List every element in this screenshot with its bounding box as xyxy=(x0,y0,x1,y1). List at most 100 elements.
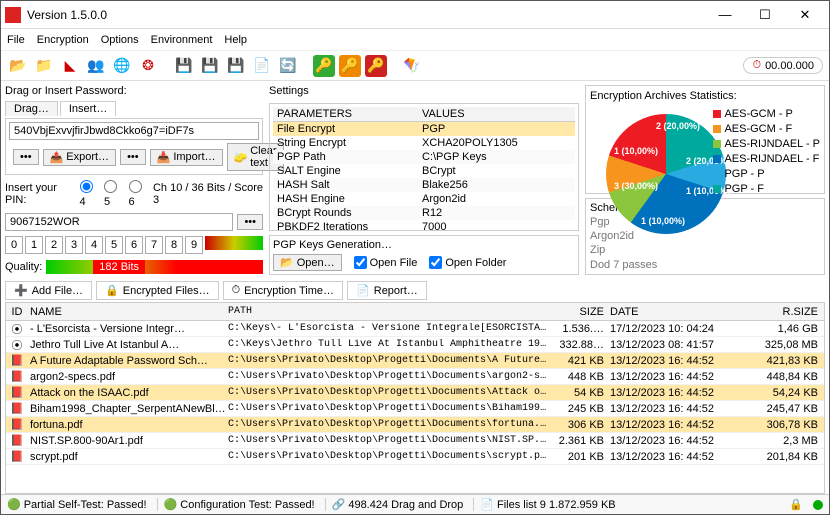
col-date[interactable]: DATE xyxy=(610,306,740,318)
table-row[interactable]: 📕argon2-specs.pdfC:\Users\Privato\Deskto… xyxy=(6,369,824,385)
digit-7[interactable]: 7 xyxy=(145,236,163,254)
menu-file[interactable]: File xyxy=(7,34,25,46)
col-id[interactable]: ID xyxy=(6,306,28,318)
titlebar: Version 1.5.0.0 — ☐ ✕ xyxy=(1,1,829,29)
settings-row[interactable]: HASH EngineArgon2id xyxy=(273,192,575,206)
open-icon[interactable]: 📂 xyxy=(7,55,29,77)
settings-row[interactable]: PGP PathC:\PGP Keys xyxy=(273,150,575,164)
triangle-red-icon[interactable]: ◣ xyxy=(59,55,81,77)
window-title: Version 1.5.0.0 xyxy=(27,8,705,22)
digit-2[interactable]: 2 xyxy=(45,236,63,254)
password-input[interactable] xyxy=(9,122,259,140)
digit-4[interactable]: 4 xyxy=(85,236,103,254)
legend-item: AES-GCM - F xyxy=(713,123,820,135)
table-row[interactable]: 📕fortuna.pdfC:\Users\Privato\Desktop\Pro… xyxy=(6,417,824,433)
legend-item: AES-RIJNDAEL - F xyxy=(713,153,820,165)
opts2-button[interactable]: ••• xyxy=(120,149,146,165)
col-rsize[interactable]: R.SIZE xyxy=(740,306,824,318)
tab-drag[interactable]: Drag… xyxy=(5,101,58,116)
maximize-button[interactable]: ☐ xyxy=(745,7,785,23)
statusbar: 🟢Partial Self-Test: Passed!🟢Configuratio… xyxy=(1,494,829,514)
stopwatch-icon: ⏱ xyxy=(752,59,761,72)
col-size[interactable]: SIZE xyxy=(548,306,610,318)
doc-orange-icon[interactable]: 📄 xyxy=(251,55,273,77)
status-seg: 🟢Partial Self-Test: Passed! xyxy=(7,498,147,511)
minimize-button[interactable]: — xyxy=(705,7,745,22)
export-button[interactable]: 📤 Export… xyxy=(43,149,117,166)
tab-encrypted-files-[interactable]: 🔒Encrypted Files… xyxy=(96,281,219,300)
table-row[interactable]: 📕Biham1998_Chapter_SerpentANewBl…C:\User… xyxy=(6,401,824,417)
digit-3[interactable]: 3 xyxy=(65,236,83,254)
save-red-icon[interactable]: 💾 xyxy=(225,55,247,77)
digit-6[interactable]: 6 xyxy=(125,236,143,254)
legend-item: PGP - F xyxy=(713,183,820,195)
settings-row[interactable]: File EncryptPGP xyxy=(273,122,575,136)
menubar: File Encryption Options Environment Help xyxy=(1,29,829,51)
status-seg: 📄Files list 9 1.872.959 KB xyxy=(473,498,615,511)
pin-opts-button[interactable]: ••• xyxy=(237,214,263,230)
folder-blue-icon[interactable]: 📁 xyxy=(33,55,55,77)
tab-add-file-[interactable]: ➕Add File… xyxy=(5,281,92,300)
pin-opt-5[interactable]: 5 xyxy=(104,180,124,208)
key-red-icon[interactable]: 🔑 xyxy=(365,55,387,77)
table-row[interactable]: ⦿Jethro Tull Live At Istanbul A…C:\Keys\… xyxy=(6,337,824,353)
col-name[interactable]: NAME xyxy=(28,306,228,318)
opts-button[interactable]: ••• xyxy=(13,149,39,165)
timer: ⏱ 00.00.000 xyxy=(743,57,823,74)
stats-title: Encryption Archives Statistics: xyxy=(590,90,820,102)
key-orange-icon[interactable]: 🔑 xyxy=(339,55,361,77)
app-icon xyxy=(5,7,21,23)
table-row[interactable]: ⦿- L'Esorcista - Versione Integr…C:\Keys… xyxy=(6,321,824,337)
save-green-icon[interactable]: 💾 xyxy=(173,55,195,77)
legend-item: AES-RIJNDAEL - P xyxy=(713,138,820,150)
files-table[interactable]: ID NAME PATH SIZE DATE R.SIZE ⦿- L'Esorc… xyxy=(5,302,825,494)
tab-encryption-time-[interactable]: ⏱Encryption Time… xyxy=(223,281,343,300)
settings-row[interactable]: BCrypt RoundsR12 xyxy=(273,206,575,220)
pin-info: Ch 10 / 36 Bits / Score 3 xyxy=(153,182,263,206)
quality-value: 182 Bits xyxy=(93,260,145,274)
table-row[interactable]: 📕A Future Adaptable Password Sch…C:\User… xyxy=(6,353,824,369)
settings-row[interactable]: String EncryptXCHA20POLY1305 xyxy=(273,136,575,150)
save-blue-icon[interactable]: 💾 xyxy=(199,55,221,77)
pgp-label: PGP Keys Generation… xyxy=(273,239,575,251)
settings-col-param: PARAMETERS xyxy=(273,107,418,121)
table-row[interactable]: 📕Attack on the ISAAC.pdfC:\Users\Privato… xyxy=(6,385,824,401)
settings-table[interactable]: PARAMETERSVALUES File EncryptPGPString E… xyxy=(269,103,579,231)
table-row[interactable]: 📕NIST.SP.800-90Ar1.pdfC:\Users\Privato\D… xyxy=(6,433,824,449)
pgp-open-button[interactable]: 📂 Open… xyxy=(273,254,342,271)
tab-insert[interactable]: Insert… xyxy=(60,101,117,116)
table-row[interactable]: 📕scrypt.pdfC:\Users\Privato\Desktop\Prog… xyxy=(6,449,824,465)
refresh-icon[interactable]: 🔄 xyxy=(277,55,299,77)
settings-row[interactable]: PBKDF2 Iterations7000 xyxy=(273,220,575,231)
menu-options[interactable]: Options xyxy=(101,34,139,46)
digit-9[interactable]: 9 xyxy=(185,236,203,254)
menu-encryption[interactable]: Encryption xyxy=(37,34,89,46)
close-button[interactable]: ✕ xyxy=(785,7,825,23)
stats-box: Encryption Archives Statistics: 2 (20,00… xyxy=(585,85,825,194)
users-icon[interactable]: 👥 xyxy=(85,55,107,77)
digit-8[interactable]: 8 xyxy=(165,236,183,254)
digit-1[interactable]: 1 xyxy=(25,236,43,254)
globe-icon[interactable]: 🌐 xyxy=(111,55,133,77)
settings-row[interactable]: HASH SaltBlake256 xyxy=(273,178,575,192)
pin-opt-6[interactable]: 6 xyxy=(129,180,149,208)
settings-row[interactable]: SALT EngineBCrypt xyxy=(273,164,575,178)
lock-icon: 🔒 xyxy=(789,498,803,511)
pin-input[interactable] xyxy=(5,213,233,231)
status-seg: 🔗498.424 Drag and Drop xyxy=(325,498,464,511)
legend-item: AES-GCM - P xyxy=(713,108,820,120)
digit-5[interactable]: 5 xyxy=(105,236,123,254)
pgp-openfile-check[interactable]: Open File xyxy=(354,256,418,269)
col-path[interactable]: PATH xyxy=(228,306,548,317)
kite-icon[interactable]: 🪁 xyxy=(401,55,423,77)
menu-help[interactable]: Help xyxy=(224,34,247,46)
lifebuoy-icon[interactable]: ❂ xyxy=(137,55,159,77)
tab-report-[interactable]: 📄Report… xyxy=(347,281,427,300)
key-green-icon[interactable]: 🔑 xyxy=(313,55,335,77)
pin-opt-4[interactable]: 4 xyxy=(80,180,100,208)
import-button[interactable]: 📥 Import… xyxy=(150,149,223,166)
digit-0[interactable]: 0 xyxy=(5,236,23,254)
quality-band: 182 Bits xyxy=(46,260,263,274)
pgp-openfolder-check[interactable]: Open Folder xyxy=(429,256,506,269)
menu-environment[interactable]: Environment xyxy=(151,34,213,46)
